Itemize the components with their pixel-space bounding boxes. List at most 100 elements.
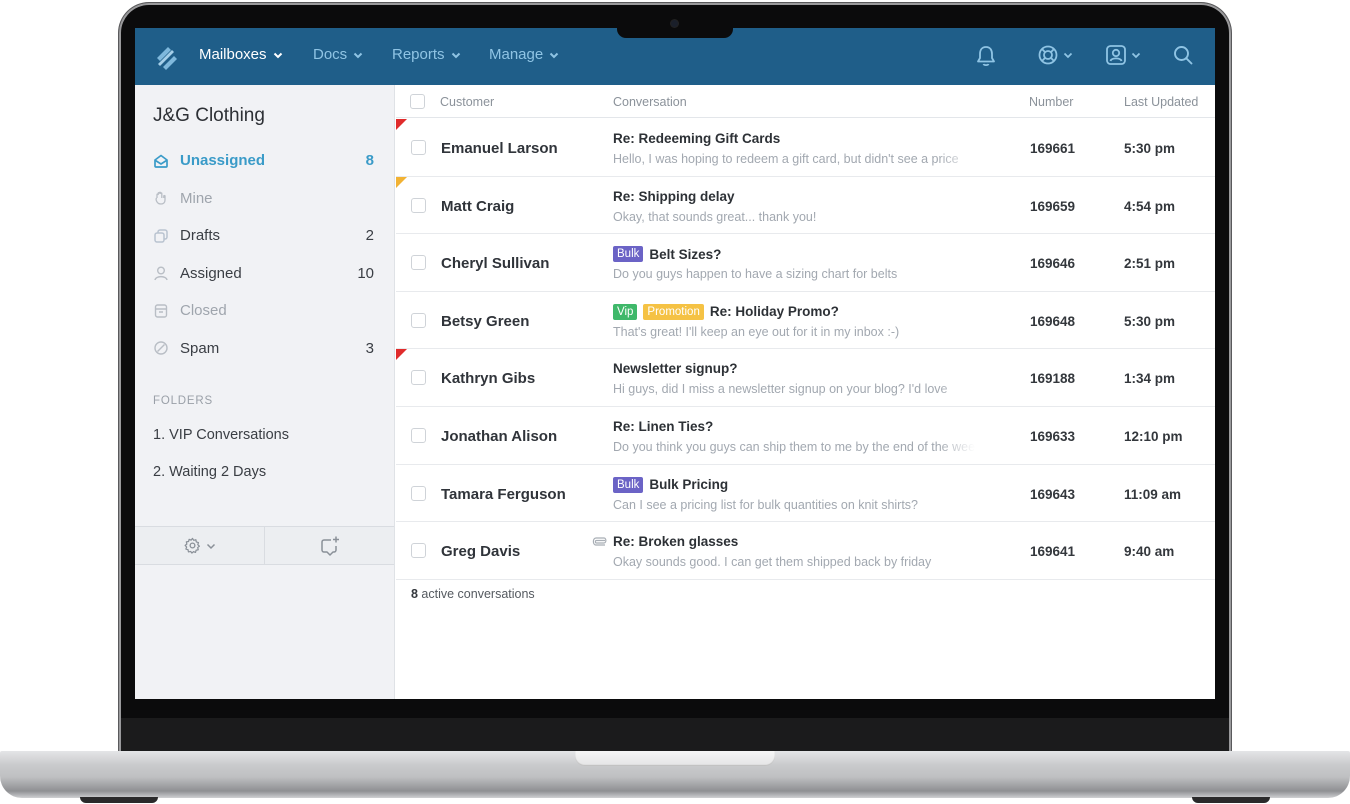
row-checkbox[interactable] — [411, 428, 426, 443]
conversation-subject-line: Re: Shipping delay — [613, 189, 735, 204]
sidebar-item-label: Drafts — [180, 227, 221, 245]
help-menu-button[interactable] — [1037, 44, 1073, 66]
row-checkbox[interactable] — [411, 485, 426, 501]
sidebar: J&G Clothing Unassigned 8 Mine Drafts 2 … — [135, 85, 395, 699]
select-all-checkbox[interactable] — [410, 94, 425, 109]
priority-flag-red — [396, 119, 407, 130]
nav-manage[interactable]: Manage — [489, 46, 559, 63]
last-updated-time: 11:09 am — [1124, 486, 1182, 502]
chevron-down-icon — [353, 52, 363, 58]
customer-name: Betsy Green — [441, 312, 530, 330]
nav-mailboxes[interactable]: Mailboxes — [199, 46, 283, 63]
conversation-count: 8 — [411, 587, 418, 601]
row-checkbox[interactable] — [411, 197, 426, 213]
conversation-subject: Re: Shipping delay — [613, 188, 735, 204]
conversation-number: 169643 — [1030, 486, 1076, 502]
new-conversation-button[interactable] — [264, 527, 394, 564]
conversation-subject-line: Newsletter signup? — [613, 361, 738, 376]
chevron-down-icon — [273, 52, 282, 58]
conversation-count-label: active conversations — [417, 587, 535, 601]
archive-icon — [154, 304, 168, 318]
conversation-number: 169641 — [1030, 544, 1076, 560]
account-menu-button[interactable] — [1105, 44, 1141, 66]
conversation-subject-line: Vip Promotion Re: Holiday Promo? — [613, 303, 839, 320]
priority-flag-red — [396, 349, 407, 361]
table-row[interactable]: Betsy Green Vip Promotion Re: Holiday Promo… — [396, 292, 1215, 350]
sidebar-item-assigned[interactable]: Assigned 10 — [135, 255, 395, 293]
column-header-customer[interactable]: Customer — [440, 95, 494, 109]
mailbox-settings-button[interactable] — [135, 527, 264, 564]
conversation-preview: Can I see a pricing list for bulk quanti… — [613, 497, 919, 512]
conversation-subject-line: Bulk Bulk Pricing — [613, 476, 729, 493]
column-header-conversation[interactable]: Conversation — [613, 95, 687, 109]
table-header: Customer Conversation Number Last Update… — [396, 85, 1215, 118]
nav-docs-label: Docs — [313, 46, 348, 63]
chevron-down-icon — [1131, 52, 1141, 59]
conversation-list: Customer Conversation Number Last Update… — [396, 85, 1215, 699]
notifications-button[interactable] — [975, 44, 997, 68]
table-row[interactable]: Matt Craig Re: Shipping delay Okay, that s… — [396, 176, 1215, 235]
conversation-subject: Belt Sizes? — [649, 246, 722, 262]
sidebar-item-closed[interactable]: Closed — [135, 292, 395, 330]
customer-name: Greg Davis — [441, 543, 521, 561]
conversation-preview: Hello, I was hoping to redeem a gift car… — [613, 152, 959, 166]
camera-icon — [671, 20, 678, 27]
priority-flag-orange — [396, 176, 407, 188]
sidebar-item-spam[interactable]: Spam 3 — [135, 330, 395, 368]
helpscout-logo-icon[interactable] — [154, 44, 180, 70]
table-row[interactable]: Kathryn Gibs Newsletter signup? Hi guys, d… — [396, 349, 1215, 407]
sidebar-item-count: 2 — [365, 227, 374, 245]
conversation-subject: Re: Linen Ties? — [613, 419, 714, 434]
row-checkbox[interactable] — [411, 370, 426, 386]
conversation-subject-line: Re: Redeeming Gift Cards — [613, 131, 780, 146]
chevron-down-icon — [550, 52, 559, 58]
sidebar-item-unassigned[interactable]: Unassigned 8 — [135, 142, 395, 180]
sidebar-item-mine[interactable]: Mine — [135, 180, 395, 218]
table-row[interactable]: Emanuel Larson Re: Redeeming Gift Cards He… — [396, 119, 1215, 177]
bell-icon — [977, 46, 995, 67]
conversation-number: 169659 — [1030, 198, 1076, 214]
folder-waiting-2-days[interactable]: 2. Waiting 2 Days — [153, 464, 266, 480]
table-row[interactable]: Cheryl Sullivan Bulk Belt Sizes? Do you guy… — [396, 234, 1215, 292]
chevron-down-icon — [451, 52, 460, 58]
search-icon — [1174, 46, 1193, 65]
customer-name: Kathryn Gibs — [441, 370, 536, 388]
tag-bulk[interactable]: Bulk — [613, 476, 644, 493]
table-row[interactable]: Tamara Ferguson Bulk Bulk Pricing Can I see… — [396, 465, 1215, 523]
nav-mailboxes-label: Mailboxes — [199, 46, 267, 63]
customer-name: Matt Craig — [441, 197, 515, 215]
conversation-subject-line: Re: Broken glasses — [613, 534, 738, 549]
sidebar-item-drafts[interactable]: Drafts 2 — [135, 217, 395, 255]
nav-reports-label: Reports — [392, 46, 445, 63]
person-icon — [154, 266, 168, 281]
conversation-number: 169633 — [1030, 429, 1076, 444]
last-updated-time: 2:51 pm — [1124, 256, 1176, 272]
nav-docs[interactable]: Docs — [313, 46, 363, 63]
conversation-preview: Okay, that sounds great... thank you! — [613, 209, 817, 224]
column-header-last-updated[interactable]: Last Updated — [1124, 95, 1198, 109]
table-row[interactable]: Jonathan Alison Re: Linen Ties? Do you thi… — [396, 407, 1215, 465]
inbox-open-icon — [154, 154, 168, 168]
table-row[interactable]: Greg Davis Re: Broken glasses Okay sounds … — [396, 522, 1215, 580]
row-checkbox[interactable] — [411, 312, 426, 328]
gear-icon — [184, 537, 200, 554]
laptop-base — [0, 751, 1350, 798]
row-checkbox[interactable] — [411, 255, 426, 271]
sidebar-item-label: Mine — [180, 189, 213, 207]
search-button[interactable] — [1172, 44, 1194, 66]
attachment-icon — [592, 537, 607, 546]
tag-vip[interactable]: Vip — [613, 303, 638, 320]
tag-promotion[interactable]: Promotion — [643, 303, 704, 320]
nav-reports[interactable]: Reports — [392, 46, 461, 63]
folder-vip-conversations[interactable]: 1. VIP Conversations — [153, 427, 289, 443]
row-checkbox[interactable] — [411, 543, 426, 559]
column-header-number[interactable]: Number — [1029, 95, 1073, 109]
laptop-foot — [1192, 797, 1270, 803]
row-checkbox[interactable] — [411, 140, 426, 155]
lifebuoy-icon — [1038, 45, 1058, 65]
tag-bulk[interactable]: Bulk — [613, 246, 644, 263]
sidebar-footer — [135, 526, 394, 565]
conversation-subject: Bulk Pricing — [649, 477, 729, 493]
customer-name: Jonathan Alison — [441, 428, 558, 445]
sidebar-item-label: Closed — [180, 302, 227, 320]
